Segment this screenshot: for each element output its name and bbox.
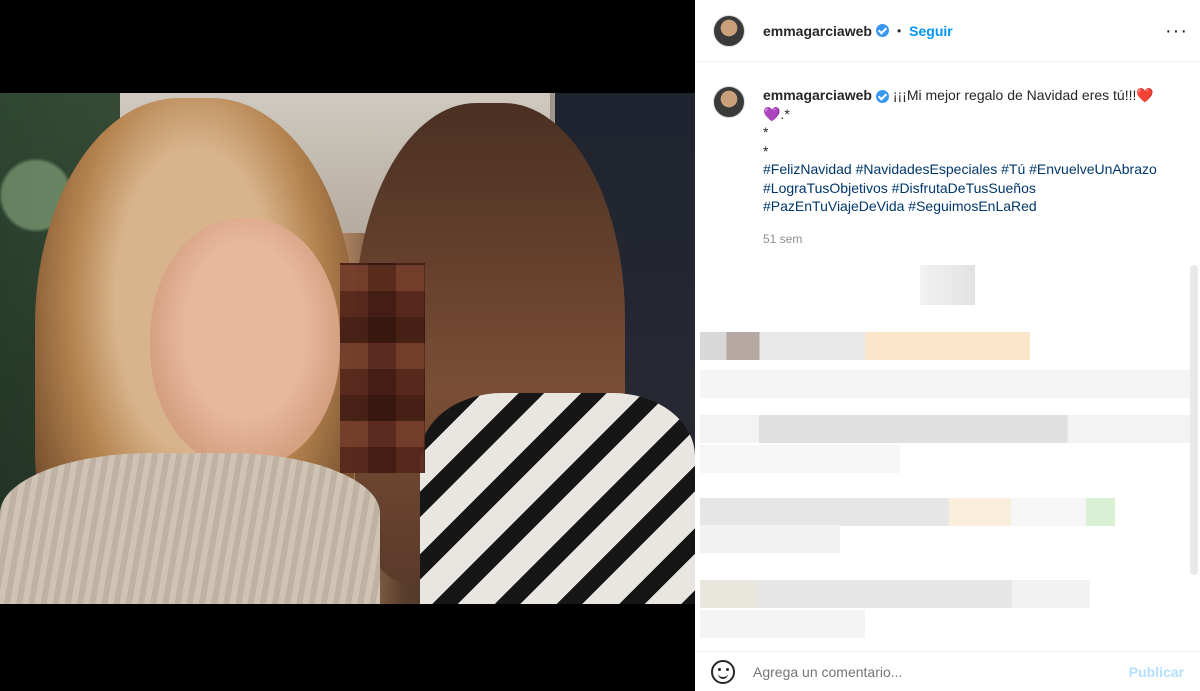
blurred-block — [700, 332, 1030, 360]
avatar[interactable] — [713, 14, 745, 47]
caption-body: emmagarciaweb ¡¡¡Mi mejor regalo de Navi… — [763, 86, 1157, 248]
post-media[interactable] — [0, 0, 695, 691]
caption-line-2: 💜.* — [763, 105, 790, 122]
post-header: emmagarciaweb • Seguir ··· — [695, 0, 1200, 62]
second-person-sweater — [420, 393, 695, 604]
header-username[interactable]: emmagarciaweb — [763, 23, 872, 39]
more-options-icon[interactable]: ··· — [1165, 20, 1188, 43]
caption-text: ¡¡¡Mi mejor regalo de Navidad eres tú!!!… — [892, 87, 1154, 103]
woman-sweater — [0, 453, 380, 604]
hashtags-line-2[interactable]: #LograTusObjetivos #DisfrutaDeTusSueños — [763, 179, 1157, 198]
blurred-block — [700, 525, 840, 553]
post-panel: emmagarciaweb • Seguir ··· emmagarciaweb… — [695, 0, 1200, 691]
comment-input[interactable] — [753, 663, 1129, 680]
hashtags-line-1[interactable]: #FelizNavidad #NavidadesEspeciales #Tú #… — [763, 160, 1157, 179]
caption-first-line: emmagarciaweb ¡¡¡Mi mejor regalo de Navi… — [763, 86, 1157, 105]
follow-button[interactable]: Seguir — [909, 23, 953, 39]
dot-separator: • — [896, 23, 902, 38]
comment-bar: Publicar — [695, 651, 1200, 691]
blurred-block — [700, 370, 1190, 398]
post-caption: emmagarciaweb ¡¡¡Mi mejor regalo de Navi… — [695, 62, 1200, 248]
blurred-block — [700, 498, 1115, 526]
pixelated-comments-area — [695, 260, 1200, 655]
caption-username[interactable]: emmagarciaweb — [763, 87, 872, 103]
blurred-block — [700, 445, 900, 473]
blurred-block — [700, 580, 1090, 608]
verified-badge-icon — [875, 24, 889, 37]
blurred-block — [700, 610, 865, 638]
publish-button[interactable]: Publicar — [1129, 664, 1184, 680]
pixelated-face-blur — [340, 263, 425, 473]
post-photo[interactable] — [0, 93, 695, 604]
blurred-block — [920, 265, 975, 305]
hashtags-line-3[interactable]: #PazEnTuViajeDeVida #SeguimosEnLaRed — [763, 197, 1157, 216]
blurred-block — [700, 415, 1190, 443]
post-time[interactable]: 51 sem — [763, 230, 1157, 249]
caption-verified-badge-icon — [875, 89, 889, 103]
scrollbar[interactable] — [1190, 265, 1198, 575]
woman-face — [150, 218, 340, 468]
caption-line-4: * — [763, 142, 769, 159]
caption-avatar[interactable] — [713, 86, 745, 118]
emoji-icon[interactable] — [711, 659, 735, 684]
caption-line-3: * — [763, 124, 769, 140]
